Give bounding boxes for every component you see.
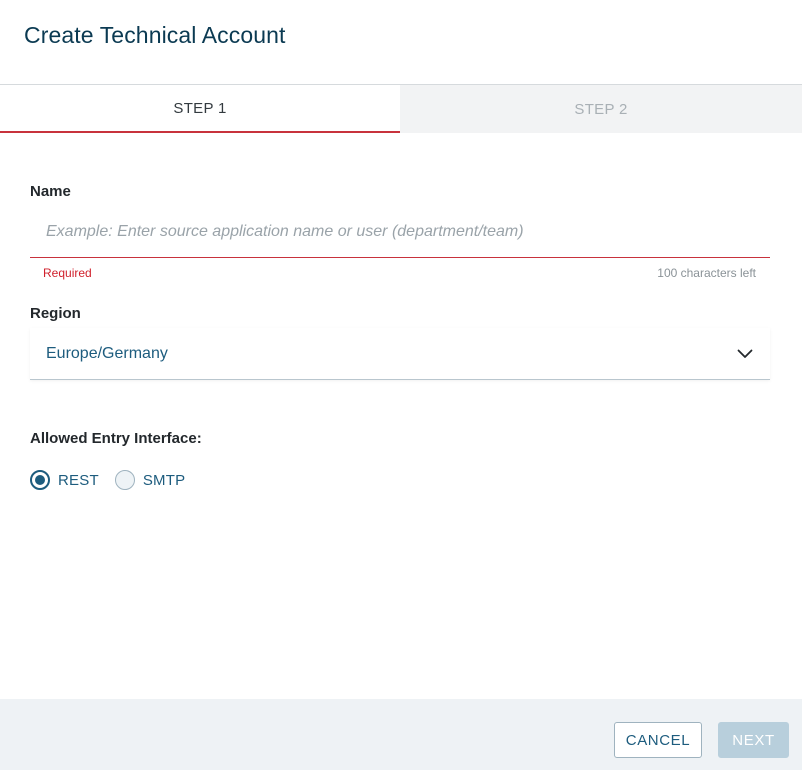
chevron-down-icon (736, 345, 754, 363)
radio-label-rest: REST (58, 471, 99, 489)
radio-button-smtp[interactable] (114, 470, 135, 490)
dialog-footer: CANCEL NEXT (0, 699, 802, 770)
region-selected-value: Europe/Germany (46, 344, 168, 362)
radio-label-smtp: SMTP (142, 471, 186, 489)
name-error-text: Required (43, 266, 92, 280)
dialog-title: Create Technical Account (24, 22, 286, 48)
name-character-counter: 100 characters left (657, 266, 756, 280)
region-select[interactable]: Europe/Germany (30, 328, 770, 380)
tab-step-1[interactable]: STEP 1 (0, 85, 400, 133)
entry-interface-label: Allowed Entry Interface: (30, 430, 202, 447)
next-button[interactable]: NEXT (718, 722, 789, 758)
name-input[interactable] (30, 207, 770, 258)
tab-step-2[interactable]: STEP 2 (400, 85, 802, 133)
step-tabs: STEP 1 STEP 2 (0, 84, 802, 133)
entry-interface-radio-group: REST SMTP (30, 470, 201, 490)
cancel-button[interactable]: CANCEL (614, 722, 702, 758)
radio-option-rest[interactable]: REST (30, 470, 99, 490)
region-label: Region (30, 305, 81, 322)
tab-step-1-label: STEP 1 (173, 99, 227, 117)
name-label: Name (30, 183, 71, 200)
radio-option-smtp[interactable]: SMTP (114, 470, 186, 490)
create-technical-account-dialog: Create Technical Account STEP 1 STEP 2 N… (0, 0, 802, 770)
radio-button-rest[interactable] (30, 470, 50, 490)
tab-step-2-label: STEP 2 (574, 100, 628, 118)
